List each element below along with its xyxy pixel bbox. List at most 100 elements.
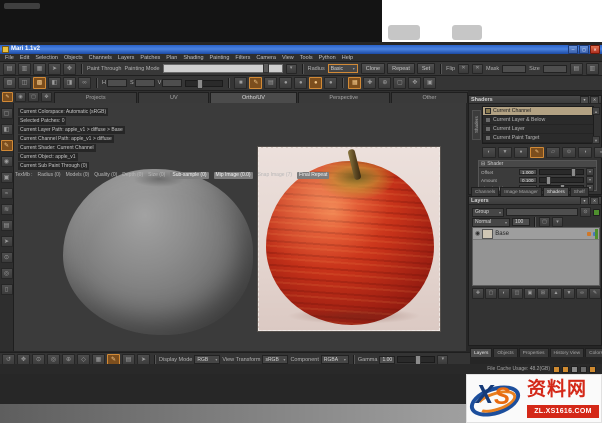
shader-list-item[interactable]: Current Layer & Below: [483, 116, 593, 125]
value-slider-handle[interactable]: [197, 79, 203, 89]
page-icon[interactable]: ▤: [264, 77, 277, 89]
save-file-icon[interactable]: ▦: [33, 63, 46, 75]
sphere-preview-icon[interactable]: ●: [514, 147, 528, 158]
slider-handle[interactable]: [571, 168, 576, 177]
slider-reset-icon[interactable]: ▾: [586, 176, 594, 184]
shader-menu-icon[interactable]: ▼: [498, 147, 512, 158]
flip-v-checkbox[interactable]: ✕: [472, 64, 483, 74]
blur-tool-icon[interactable]: ≈: [1, 188, 13, 199]
minimize-button[interactable]: ─: [568, 45, 578, 54]
flat-shader-icon[interactable]: ▱: [546, 147, 560, 158]
memory-status-icon[interactable]: [571, 366, 578, 373]
menu-item[interactable]: File: [5, 54, 14, 62]
lock-icon[interactable]: ▢: [539, 217, 550, 227]
panel-tab[interactable]: Properties: [519, 348, 549, 357]
toolbar-button[interactable]: Clone: [361, 63, 385, 74]
shader-list-item[interactable]: Current Layer: [483, 125, 593, 134]
close-button[interactable]: ✕: [590, 45, 600, 54]
occlusion-shader-icon[interactable]: ◒: [594, 147, 602, 158]
brush-tool-icon[interactable]: ✎: [2, 92, 13, 102]
panel-tab[interactable]: Shaders: [543, 187, 569, 196]
layer-opacity-field[interactable]: 100: [512, 218, 530, 226]
paint-layer-icon[interactable]: ✎: [589, 288, 601, 299]
symmetry-right-icon[interactable]: ◨: [63, 77, 76, 89]
half-shader-icon[interactable]: ◑: [578, 147, 592, 158]
menu-item[interactable]: Layers: [118, 54, 135, 62]
shader-sphere-icon[interactable]: ●: [279, 77, 292, 89]
mask-field[interactable]: [502, 65, 526, 73]
panel-float-icon[interactable]: ▾: [580, 197, 589, 205]
menu-item[interactable]: Channels: [89, 54, 112, 62]
paint-shader-icon[interactable]: ✎: [530, 147, 544, 158]
move-tool-icon[interactable]: ✥: [41, 92, 52, 102]
shader-list-item[interactable]: Current Channel: [483, 107, 593, 116]
pattern-icon[interactable]: ▧: [3, 77, 16, 89]
pan-hand-icon[interactable]: ✥: [408, 77, 421, 89]
scroll-down-icon[interactable]: ▼: [592, 136, 600, 144]
options-icon[interactable]: ▾: [552, 217, 563, 227]
panel-float-icon[interactable]: ▾: [580, 96, 589, 104]
gamma-slider[interactable]: [397, 356, 435, 363]
checker-icon[interactable]: ▩: [33, 77, 46, 89]
eraser-tool-icon[interactable]: ◉: [15, 92, 26, 102]
shader-sphere-icon[interactable]: ●: [294, 77, 307, 89]
add-layer-icon[interactable]: ✚: [472, 288, 484, 299]
paste-page-icon[interactable]: ▥: [586, 63, 599, 75]
marquee-select-icon[interactable]: ▢: [1, 108, 13, 119]
eyedropper-icon[interactable]: ⊙: [1, 252, 13, 263]
toolbar-button[interactable]: Set: [417, 63, 435, 74]
gamma-menu-icon[interactable]: ▾: [437, 355, 448, 365]
shader-group-header[interactable]: ⊟ Shader: [479, 161, 596, 168]
panel-tab[interactable]: Colors: [585, 348, 602, 357]
view-tab[interactable]: Perspective: [298, 92, 390, 103]
disk-status-icon[interactable]: [562, 366, 569, 373]
menu-item[interactable]: Tools: [300, 54, 313, 62]
transform-tool-icon[interactable]: ◧: [1, 124, 13, 135]
maximize-button[interactable]: ▢: [579, 45, 589, 54]
mirror-icon[interactable]: ◫: [18, 77, 31, 89]
filter-icon[interactable]: ⊙: [580, 207, 591, 217]
slider-value-field[interactable]: 1.000: [519, 169, 537, 175]
slider-handle[interactable]: [546, 176, 551, 185]
page-tool-icon[interactable]: ▯: [1, 284, 13, 295]
lit-shader-icon[interactable]: ⊙: [562, 147, 576, 158]
brush-icon[interactable]: ✎: [249, 77, 262, 89]
network-status-icon[interactable]: [580, 366, 587, 373]
menu-item[interactable]: Filters: [235, 54, 250, 62]
marquee-icon[interactable]: ▢: [393, 77, 406, 89]
viewport-canvas[interactable]: Current Colorspace: Automatic (sRGB)Sele…: [14, 103, 466, 351]
opacity-slider-handle[interactable]: [263, 63, 269, 73]
symmetry-left-icon[interactable]: ◧: [48, 77, 61, 89]
layer-search-input[interactable]: [506, 208, 578, 216]
panel-tab[interactable]: Shelf: [570, 187, 589, 196]
menu-item[interactable]: Selection: [35, 54, 58, 62]
visibility-icon[interactable]: ◉: [475, 230, 480, 237]
clone-stamp-icon[interactable]: ▣: [1, 172, 13, 183]
slider-track[interactable]: [539, 177, 584, 183]
panel-tab[interactable]: Image Manager: [500, 187, 542, 196]
add-icon[interactable]: ✚: [363, 77, 376, 89]
add-group-icon[interactable]: ▢: [485, 288, 497, 299]
color-swatch-icon[interactable]: ■: [234, 77, 247, 89]
panel-close-icon[interactable]: ✕: [590, 197, 599, 205]
target-icon[interactable]: ⊕: [378, 77, 391, 89]
group-dropdown[interactable]: Group▾: [472, 208, 504, 217]
hsv-field[interactable]: [162, 79, 182, 87]
eraser-icon[interactable]: ◉: [1, 156, 13, 167]
Base[interactable]: ◉ Base: [473, 228, 599, 240]
stamp-icon[interactable]: ▣: [423, 77, 436, 89]
add-adjustment-icon[interactable]: ◐: [498, 288, 510, 299]
add-mask-icon[interactable]: ◫: [511, 288, 523, 299]
opacity-slider[interactable]: [163, 64, 283, 73]
menu-item[interactable]: Shading: [183, 54, 203, 62]
alert-status-icon[interactable]: [589, 366, 596, 373]
paint-tool-icon[interactable]: ✎: [1, 140, 13, 151]
grid-icon[interactable]: ▦: [348, 77, 361, 89]
move-down-icon[interactable]: ▼: [563, 288, 575, 299]
panel-close-icon[interactable]: ✕: [590, 96, 599, 104]
add-indicator-icon[interactable]: [593, 209, 600, 216]
new-file-icon[interactable]: ▤: [3, 63, 16, 75]
shader-sphere-active-icon[interactable]: ●: [309, 77, 322, 89]
slider-reset-icon[interactable]: ▾: [586, 168, 594, 176]
slider-value-field[interactable]: 0.100: [519, 177, 537, 183]
